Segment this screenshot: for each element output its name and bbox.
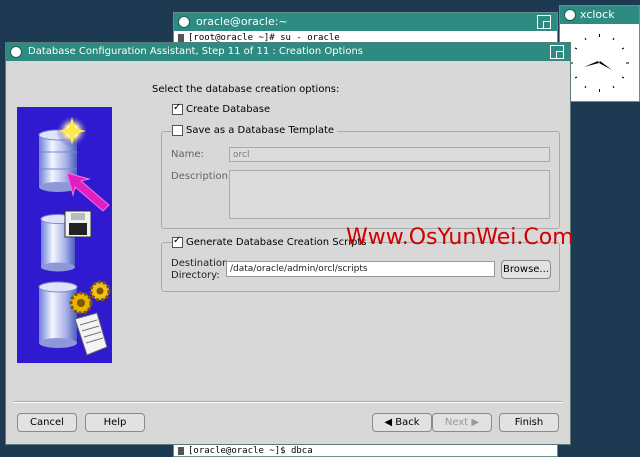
generate-scripts-option[interactable]: Generate Database Creation Scripts (172, 235, 370, 248)
create-database-option[interactable]: Create Database (172, 102, 271, 115)
back-button[interactable]: ◀ Back (372, 413, 432, 432)
database-cylinders-icon (38, 115, 111, 356)
next-label: Next (444, 417, 469, 428)
terminal-titlebar[interactable]: oracle@oracle:~ (174, 13, 557, 31)
clock-face-icon (570, 34, 629, 92)
window-menu-icon[interactable] (10, 46, 22, 58)
save-template-option[interactable]: Save as a Database Template (172, 125, 338, 136)
button-separator (14, 401, 562, 403)
generate-scripts-label: Generate Database Creation Scripts (186, 237, 367, 248)
template-description-label: Description: (171, 171, 232, 182)
window-menu-icon[interactable] (178, 16, 190, 28)
xclock-titlebar[interactable]: xclock (560, 6, 639, 24)
terminal-title: oracle@oracle:~ (196, 15, 288, 28)
finish-button[interactable]: Finish (499, 413, 559, 432)
destination-directory-field[interactable]: /data/oracle/admin/orcl/scripts (226, 261, 495, 277)
save-template-label: Save as a Database Template (186, 125, 335, 136)
maximize-icon[interactable] (537, 15, 551, 29)
directory-label: Directory: (171, 270, 220, 281)
template-name-label: Name: (171, 149, 204, 160)
cancel-button[interactable]: Cancel (17, 413, 77, 432)
next-button[interactable]: Next ▶ (432, 413, 492, 432)
xclock-window[interactable]: xclock (559, 5, 640, 102)
template-name-field[interactable]: orcl (229, 147, 550, 162)
dialog-titlebar[interactable]: Database Configuration Assistant, Step 1… (6, 43, 570, 61)
xclock-title: xclock (580, 8, 615, 21)
dialog-title: Database Configuration Assistant, Step 1… (28, 46, 363, 57)
back-label: Back (395, 417, 420, 428)
watermark-text: Www.OsYunWei.Com (346, 225, 574, 250)
back-arrow-icon: ◀ (384, 417, 396, 428)
creation-options-prompt: Select the database creation options: (152, 84, 340, 95)
save-template-checkbox[interactable] (172, 125, 183, 136)
destination-label: Destination (171, 258, 229, 269)
maximize-icon[interactable] (550, 45, 564, 59)
create-database-checkbox[interactable] (172, 102, 183, 115)
next-arrow-icon: ▶ (468, 417, 480, 428)
window-menu-icon[interactable] (564, 9, 576, 21)
generate-scripts-checkbox[interactable] (172, 235, 183, 248)
database-illustration (17, 107, 112, 363)
browse-button[interactable]: Browse... (501, 260, 551, 279)
help-button[interactable]: Help (85, 413, 145, 432)
template-description-field[interactable] (229, 170, 550, 219)
create-database-label: Create Database (186, 104, 271, 115)
